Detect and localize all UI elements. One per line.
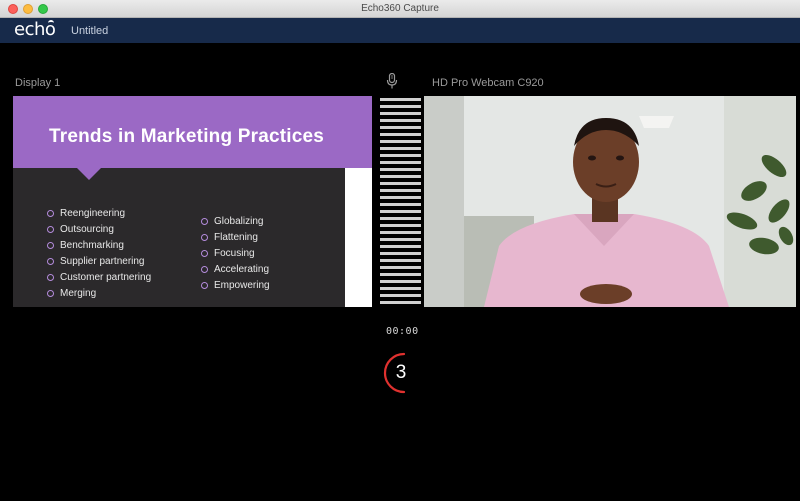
audio-level-segment xyxy=(380,210,421,213)
audio-level-segment xyxy=(380,105,421,108)
window-title: Echo360 Capture xyxy=(361,3,439,14)
audio-level-segment xyxy=(380,287,421,290)
audio-level-segment xyxy=(380,119,421,122)
audio-level-segment xyxy=(380,294,421,297)
slide-edge xyxy=(345,168,372,307)
webcam-video-frame xyxy=(424,96,796,307)
audio-level-segment xyxy=(380,175,421,178)
slide-bullets-right: Globalizing Flattening Focusing Accelera… xyxy=(201,215,270,295)
slide-bullets-left: Reengineering Outsourcing Benchmarking S… xyxy=(47,207,151,303)
slide-bullet: Benchmarking xyxy=(47,239,151,255)
audio-level-segment xyxy=(380,182,421,185)
app-header: echo Untitled xyxy=(0,18,800,43)
slide-bullet: Reengineering xyxy=(47,207,151,223)
microphone-icon[interactable] xyxy=(386,73,398,89)
slide-header-notch xyxy=(77,168,101,180)
slide-bullet: Accelerating xyxy=(201,263,270,279)
capture-title[interactable]: Untitled xyxy=(71,25,108,37)
camera-source-label[interactable]: HD Pro Webcam C920 xyxy=(432,77,544,89)
display-source-label[interactable]: Display 1 xyxy=(15,77,60,89)
slide-bullet: Customer partnering xyxy=(47,271,151,287)
webcam-preview xyxy=(424,96,796,307)
audio-level-segment xyxy=(380,196,421,199)
countdown-number: 3 xyxy=(395,362,407,383)
slide-bullet: Merging xyxy=(47,287,151,303)
audio-level-segment xyxy=(380,301,421,304)
audio-level-segment xyxy=(380,147,421,150)
slide-bullet: Flattening xyxy=(201,231,270,247)
audio-level-segment xyxy=(380,112,421,115)
audio-level-segment xyxy=(380,259,421,262)
audio-level-segment xyxy=(380,224,421,227)
slide-bullet: Supplier partnering xyxy=(47,255,151,271)
audio-level-segment xyxy=(380,245,421,248)
slide-bullet: Globalizing xyxy=(201,215,270,231)
audio-level-segment xyxy=(380,238,421,241)
audio-level-segment xyxy=(380,98,421,101)
slide-bullet: Empowering xyxy=(201,279,270,295)
slide-bullet: Outsourcing xyxy=(47,223,151,239)
audio-level-segment xyxy=(380,273,421,276)
slide-title: Trends in Marketing Practices xyxy=(49,126,325,147)
audio-level-segment xyxy=(380,217,421,220)
audio-level-segment xyxy=(380,266,421,269)
audio-level-segment xyxy=(380,252,421,255)
audio-level-segment xyxy=(380,231,421,234)
audio-level-segment xyxy=(380,161,421,164)
audio-level-segment xyxy=(380,203,421,206)
audio-level-segment xyxy=(380,140,421,143)
display-preview: Trends in Marketing Practices Reengineer… xyxy=(13,96,372,307)
logo-arc xyxy=(48,20,54,25)
audio-level-segment xyxy=(380,280,421,283)
window-titlebar: Echo360 Capture xyxy=(0,0,800,18)
audio-level-segment xyxy=(380,189,421,192)
audio-level-meter xyxy=(380,96,421,307)
audio-level-segment xyxy=(380,168,421,171)
slide-bullet: Focusing xyxy=(201,247,270,263)
recording-timer: 00:00 xyxy=(386,326,419,337)
audio-level-segment xyxy=(380,126,421,129)
audio-level-segment xyxy=(380,154,421,157)
audio-level-segment xyxy=(380,133,421,136)
